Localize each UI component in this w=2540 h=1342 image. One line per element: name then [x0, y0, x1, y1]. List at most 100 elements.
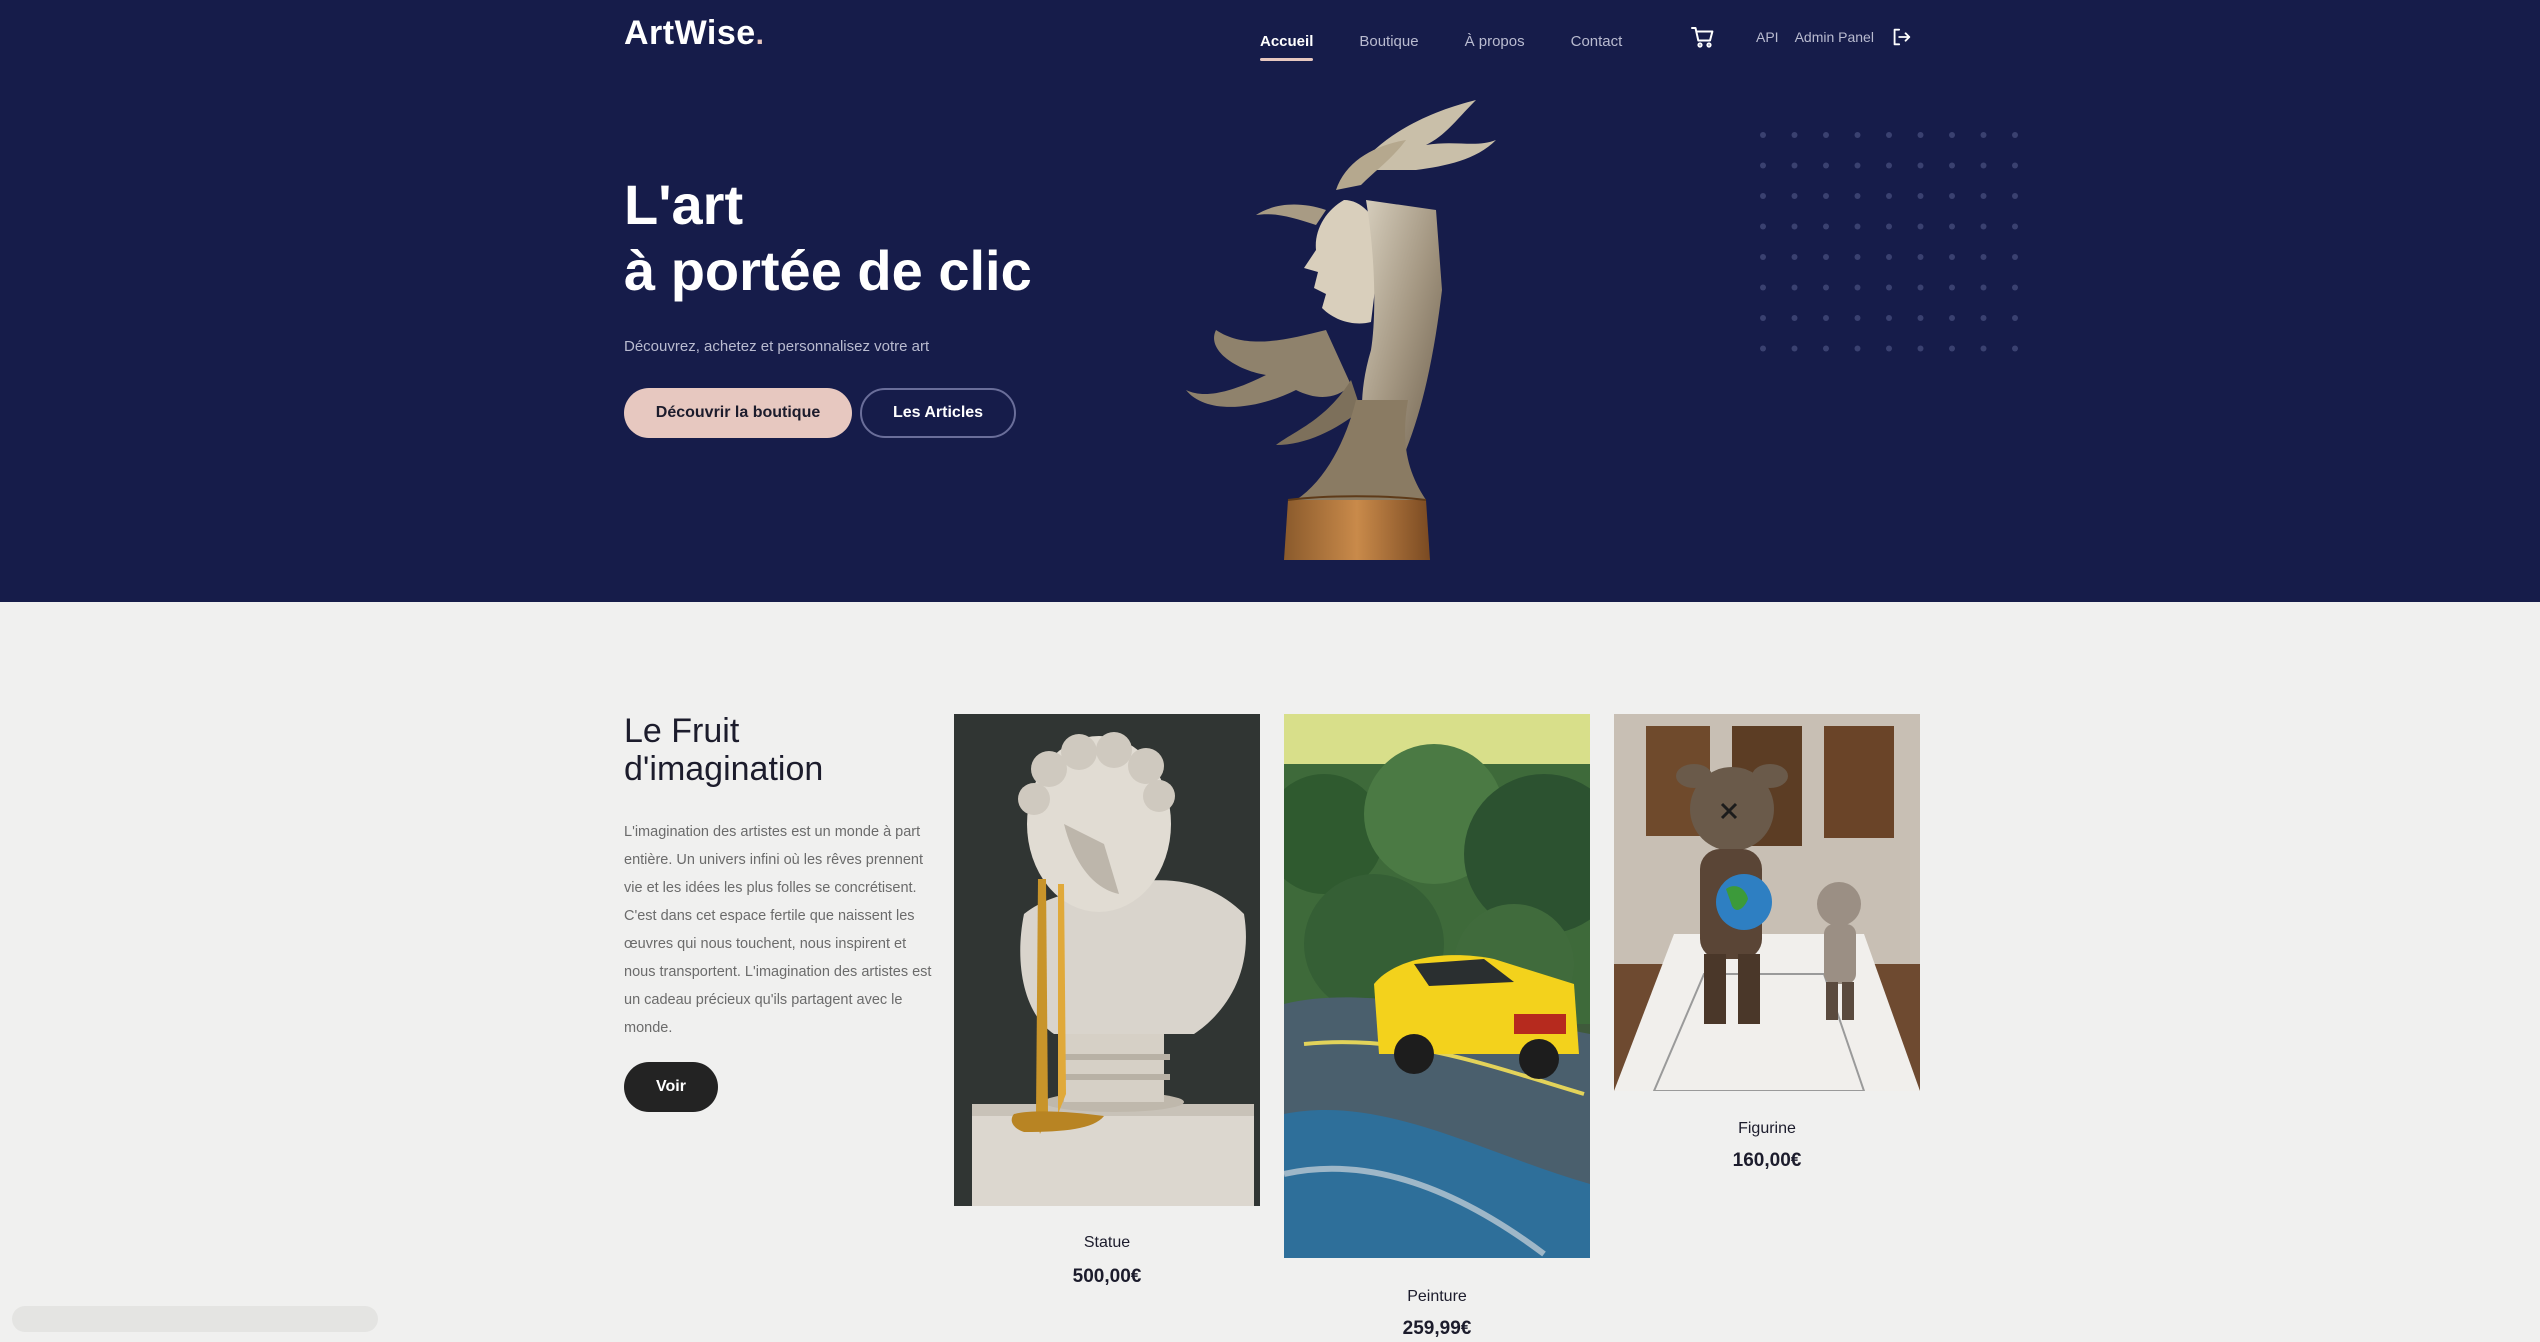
nav-link-accueil[interactable]: Accueil [1260, 33, 1314, 61]
grid-dot [1760, 315, 1766, 321]
hero-section: ArtWise. Accueil Boutique À propos Conta… [0, 0, 2540, 602]
hero-sculpture-image [1186, 100, 1496, 560]
grid-dot [1854, 284, 1861, 291]
feature-title-line1: Le Fruit [624, 712, 740, 750]
cart-icon[interactable] [1690, 24, 1716, 50]
grid-dot [1980, 132, 1987, 138]
nav-link-a-propos[interactable]: À propos [1465, 33, 1525, 50]
main-nav: Accueil Boutique À propos Contact [1260, 26, 1623, 61]
nav-link-contact[interactable]: Contact [1571, 33, 1623, 50]
grid-dot [1886, 284, 1892, 291]
brand-dot: . [755, 18, 765, 51]
grid-dot [1791, 345, 1798, 352]
nav-link-boutique[interactable]: Boutique [1359, 33, 1418, 50]
logout-icon[interactable] [1890, 26, 1912, 48]
grid-dot [1949, 284, 1955, 291]
hero-title-line1: L'art [624, 173, 744, 236]
grid-dot [1886, 162, 1892, 169]
grid-dot [1854, 162, 1861, 169]
grid-dot [1854, 315, 1861, 321]
product-price: 500,00€ [1072, 1266, 1142, 1287]
nav-actions: API Admin Panel [1690, 22, 1912, 52]
grid-dot [1917, 254, 1924, 260]
grid-dot [1791, 254, 1798, 260]
product-card-statue[interactable]: Statue 500,00€ [954, 714, 1260, 1304]
product-card-figurine[interactable]: Figurine 160,00€ [1614, 714, 1920, 1194]
grid-dot [1917, 223, 1924, 230]
grid-dot [1949, 315, 1955, 321]
hero-subtitle: Découvrez, achetez et personnalisez votr… [624, 338, 930, 355]
grid-dot [1854, 223, 1861, 230]
grid-dot [1760, 193, 1766, 199]
grid-dot [1980, 254, 1987, 260]
grid-dot [1949, 162, 1955, 169]
grid-dot [1886, 345, 1892, 352]
grid-dot [1980, 345, 1987, 352]
grid-dot [2012, 284, 2018, 291]
grid-dot [1854, 345, 1861, 352]
product-price: 160,00€ [1732, 1150, 1802, 1171]
grid-dot [1791, 193, 1798, 199]
hero-title-line2: à portée de clic [624, 239, 1032, 302]
grid-dot [1760, 284, 1766, 291]
grid-dot [1791, 315, 1798, 321]
voir-button[interactable]: Voir [624, 1062, 718, 1112]
grid-dot [1854, 132, 1861, 138]
grid-dot [1791, 162, 1798, 169]
grid-dot [1980, 284, 1987, 291]
grid-dot [1760, 254, 1766, 260]
grid-dot [2012, 315, 2018, 321]
statue-image [954, 714, 1260, 1206]
grid-dot [1949, 345, 1955, 352]
grid-dot [1949, 132, 1955, 138]
grid-dot [1760, 223, 1766, 230]
peinture-image [1284, 714, 1590, 1258]
grid-dot [1823, 315, 1829, 321]
feature-description: L'imagination des artistes est un monde … [624, 824, 932, 1036]
grid-dot [1886, 193, 1892, 199]
grid-dot [1791, 284, 1798, 291]
grid-dot [1823, 223, 1829, 230]
grid-dot [1760, 162, 1766, 169]
grid-dot [1823, 345, 1829, 352]
grid-dot [1980, 162, 1987, 169]
grid-dot [1917, 315, 1924, 321]
grid-dot [1949, 223, 1955, 230]
brand-name: ArtWise [624, 14, 756, 52]
api-link[interactable]: API [1756, 29, 1779, 45]
grid-dot [1823, 132, 1829, 138]
grid-dot [1980, 315, 1987, 321]
articles-button[interactable]: Les Articles [860, 388, 1016, 438]
grid-dot [1917, 193, 1924, 199]
grid-dot [1791, 223, 1798, 230]
admin-panel-link[interactable]: Admin Panel [1795, 29, 1874, 45]
horizontal-scrollbar[interactable] [12, 1306, 378, 1332]
product-name: Statue [1083, 1234, 1131, 1251]
product-name: Peinture [1407, 1288, 1467, 1305]
grid-dot [1917, 132, 1924, 138]
product-name: Figurine [1738, 1120, 1796, 1137]
grid-dot [1760, 132, 1766, 138]
grid-dot [1949, 193, 1955, 199]
grid-dot [1917, 162, 1924, 169]
grid-dot [2012, 223, 2018, 230]
grid-dot [1886, 132, 1892, 138]
grid-dot [1823, 193, 1829, 199]
grid-dot [1980, 193, 1987, 199]
product-price: 259,99€ [1402, 1318, 1472, 1339]
grid-dot [1760, 345, 1766, 352]
product-card-peinture[interactable]: Peinture 259,99€ [1284, 714, 1590, 1342]
grid-dot [2012, 132, 2018, 138]
grid-dot [2012, 345, 2018, 352]
discover-shop-button[interactable]: Découvrir la boutique [624, 388, 852, 438]
feature-title-line2: d'imagination [624, 750, 824, 788]
grid-dot [1949, 254, 1955, 260]
figurine-image [1614, 714, 1920, 1091]
grid-dot [1791, 132, 1798, 138]
grid-dot [1886, 315, 1892, 321]
grid-dot [1823, 284, 1829, 291]
decorative-dot-grid [1760, 132, 2018, 352]
brand-logo[interactable]: ArtWise. [624, 14, 765, 53]
grid-dot [1886, 254, 1892, 260]
grid-dot [1854, 193, 1861, 199]
